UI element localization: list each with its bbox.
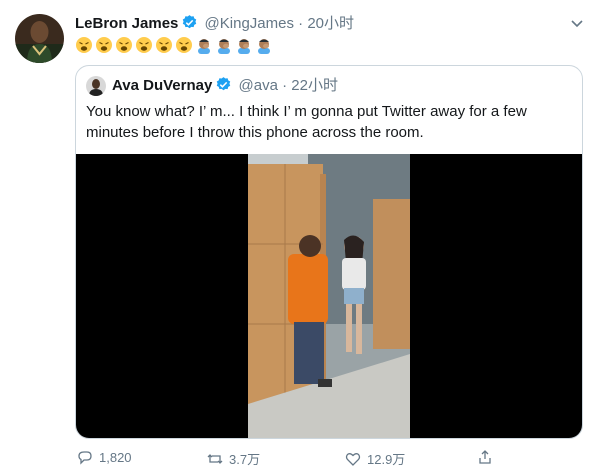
quoted-tweet-video[interactable] <box>76 154 582 438</box>
weary-face-icon <box>95 36 113 54</box>
tweet-actions: 1,820 3.7万 12.9万 <box>75 449 583 469</box>
video-frame-illustration <box>248 154 410 438</box>
quoted-author-avatar <box>86 76 106 96</box>
author-avatar[interactable] <box>15 14 64 63</box>
reply-count: 1,820 <box>99 449 132 465</box>
tweet-timestamp[interactable]: 20小时 <box>307 15 354 32</box>
reply-icon <box>78 451 92 465</box>
time-separator: · <box>298 15 304 32</box>
quoted-tweet-timestamp: 22小时 <box>291 77 338 94</box>
weary-face-icon <box>135 36 153 54</box>
verified-badge-icon <box>215 76 232 99</box>
quoted-author-name: Ava DuVernay <box>112 77 213 94</box>
time-separator: · <box>282 77 288 94</box>
quoted-tweet-header: Ava DuVernay @ava · 22小时 <box>112 76 338 99</box>
weary-face-icon <box>175 36 193 54</box>
tweet-header: LeBron James @KingJames · 20小时 <box>75 14 354 37</box>
share-button[interactable] <box>477 449 493 465</box>
share-icon <box>479 450 491 464</box>
reply-button[interactable]: 1,820 <box>77 449 132 465</box>
author-handle[interactable]: @KingJames <box>205 15 294 32</box>
weary-face-icon <box>155 36 173 54</box>
author-name[interactable]: LeBron James <box>75 15 178 32</box>
man-facepalming-icon <box>195 36 213 54</box>
quoted-tweet[interactable]: Ava DuVernay @ava · 22小时 You know what? … <box>75 65 583 439</box>
man-facepalming-icon <box>215 36 233 54</box>
man-facepalming-icon <box>255 36 273 54</box>
tweet-text-emojis <box>75 36 273 56</box>
weary-face-icon <box>115 36 133 54</box>
quoted-tweet-text: You know what? I’ m... I think I’ m gonn… <box>86 103 527 141</box>
weary-face-icon <box>75 36 93 54</box>
quoted-author-handle: @ava <box>238 77 278 94</box>
verified-badge-icon <box>181 14 198 37</box>
chevron-down-icon[interactable] <box>568 14 586 32</box>
man-facepalming-icon <box>235 36 253 54</box>
tweet: LeBron James @KingJames · 20小时 Ava DuVer… <box>0 0 609 467</box>
